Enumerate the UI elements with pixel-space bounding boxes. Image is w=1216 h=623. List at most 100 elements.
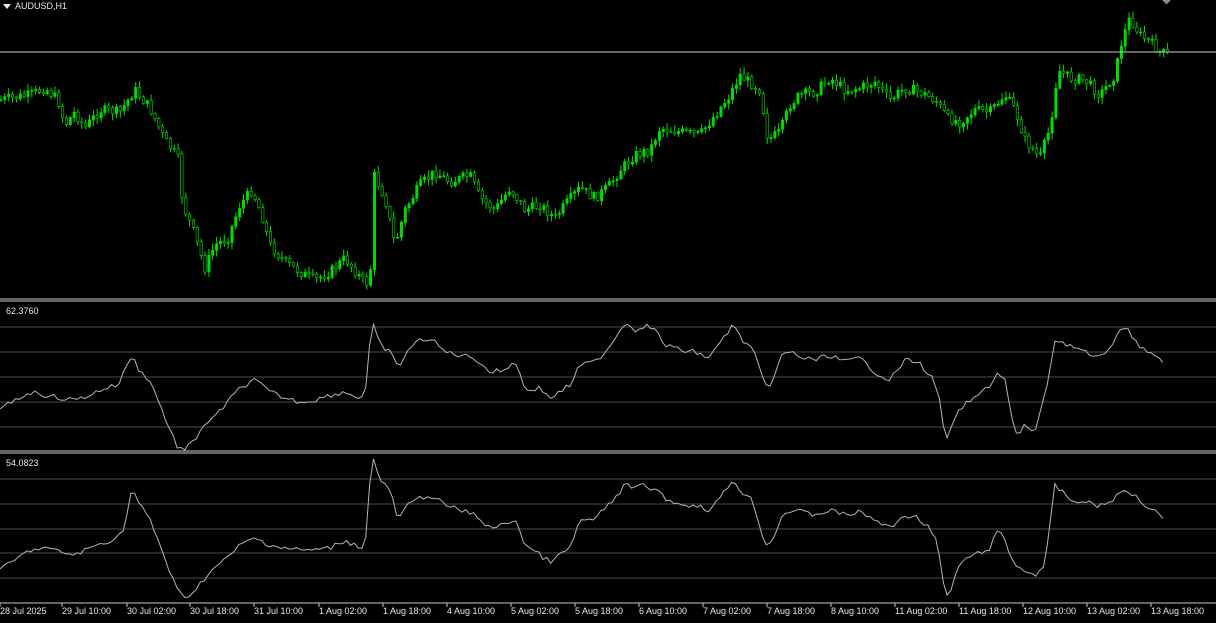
x-axis-label: 12 Aug 10:00 [1023,606,1077,616]
candle-body [184,197,188,215]
candle-body [215,243,219,251]
candle-body [484,198,488,203]
x-axis-label: 7 Aug 18:00 [767,606,816,616]
candle-body [800,93,804,95]
candle-body [473,172,477,183]
chart-canvas[interactable] [0,0,1216,623]
candle-body [638,151,642,157]
candle-body [646,149,650,156]
candle-body [342,255,346,261]
candle-body [68,117,72,125]
candle-body [892,97,896,100]
candle-body [161,126,165,133]
candle-body [515,194,519,202]
candle-body [1123,29,1127,47]
candle-body [719,106,723,117]
candle-body [1104,86,1108,91]
candle-body [1058,71,1062,89]
candle-body [634,151,638,163]
candle-body [176,148,180,155]
x-axis-label: 30 Jul 18:00 [190,606,240,616]
candle-body [988,106,992,112]
candle-body [961,123,965,128]
candle-body [1077,74,1081,84]
candle-body [1135,26,1139,33]
candle-body [1039,152,1043,155]
candle-body [534,202,538,209]
candle-body [900,89,904,92]
candle-body [881,86,885,90]
candle-body [369,269,373,286]
candle-body [199,241,203,256]
candle-body [511,191,515,196]
candle-body [242,199,246,209]
candle-body [723,103,727,108]
candle-body [353,266,357,277]
candle-body [592,192,596,199]
candle-body [322,276,326,280]
candle-body [1150,38,1154,41]
candle-body [276,253,280,258]
candle-body [781,119,785,130]
candle-body [457,176,461,183]
candle-body [680,128,684,132]
candle-body [203,255,207,273]
candle-body [80,121,84,124]
candle-body [842,81,846,94]
candle-body [442,175,446,178]
candle-body [1092,80,1096,95]
candle-body [869,85,873,88]
candle-body [449,181,453,187]
candle-body [1027,135,1031,149]
candle-body [765,113,769,139]
candle-body [91,115,95,121]
triangle-down-icon[interactable] [3,3,11,9]
candle-body [861,82,865,89]
candle-body [284,257,288,260]
candle-body [935,101,939,103]
candle-body [1008,97,1012,99]
candle-body [349,263,353,268]
candle-body [569,193,573,199]
x-axis-label: 11 Aug 02:00 [895,606,948,616]
candle-body [380,186,384,196]
candle-body [65,117,69,125]
chart-title[interactable]: AUDUSD,H1 [3,1,67,11]
candle-body [365,276,369,286]
candle-body [469,172,473,177]
x-axis-label: 7 Aug 02:00 [703,606,752,616]
candle-body [711,117,715,127]
candle-body [811,91,815,97]
candle-body [1054,88,1058,118]
candle-body [1031,147,1035,150]
candle-body [84,122,88,127]
x-axis-label: 31 Jul 10:00 [254,606,304,616]
candle-body [1023,132,1027,137]
candle-body [1035,148,1039,154]
candle-body [88,119,92,128]
candle-body [1042,139,1046,154]
x-axis-label: 13 Aug 18:00 [1151,606,1205,616]
candle-body [796,93,800,104]
candle-body [1162,49,1166,52]
candle-body [553,213,557,216]
candle-body [1073,80,1077,84]
candle-body [965,117,969,124]
candle-body [480,190,484,200]
candle-body [426,176,430,180]
candle-body [53,92,57,97]
candle-body [684,128,688,131]
candle-body [476,181,480,191]
candle-body [141,96,145,104]
candle-body [330,265,334,278]
candle-body [927,92,931,97]
candle-body [642,149,646,157]
candle-body [134,87,138,99]
candle-body [45,90,49,94]
candle-body [1146,38,1150,40]
candle-body [1139,31,1143,34]
candle-body [958,120,962,128]
candle-body [942,104,946,111]
candle-body [827,83,831,85]
candle-body [823,81,827,84]
